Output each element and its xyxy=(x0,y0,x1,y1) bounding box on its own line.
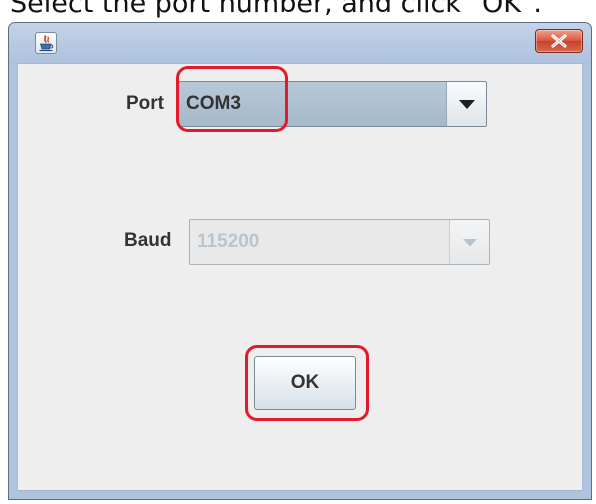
dropdown-arrow-icon xyxy=(459,100,475,109)
dropdown-arrow-icon xyxy=(463,239,477,247)
baud-selected-value: 115200 xyxy=(197,231,260,252)
close-x-icon xyxy=(551,34,567,48)
title-bar[interactable] xyxy=(9,23,591,63)
dialog-content xyxy=(17,63,583,491)
port-combobox[interactable]: COM3 xyxy=(178,81,487,127)
port-label: Port xyxy=(126,93,164,114)
ok-button[interactable]: OK xyxy=(254,356,356,410)
java-cup-icon-svg xyxy=(39,35,54,52)
java-cup-icon xyxy=(35,32,57,54)
baud-label: Baud xyxy=(124,230,172,251)
baud-combobox[interactable]: 115200 xyxy=(189,219,490,265)
screenshot: Select the port number, and click "OK". xyxy=(0,0,596,504)
baud-dropdown-button[interactable] xyxy=(449,220,489,264)
instruction-caption: Select the port number, and click "OK". xyxy=(10,0,542,19)
close-button[interactable] xyxy=(535,29,583,53)
port-selected-value: COM3 xyxy=(186,93,241,114)
port-dropdown-button[interactable] xyxy=(446,82,486,126)
